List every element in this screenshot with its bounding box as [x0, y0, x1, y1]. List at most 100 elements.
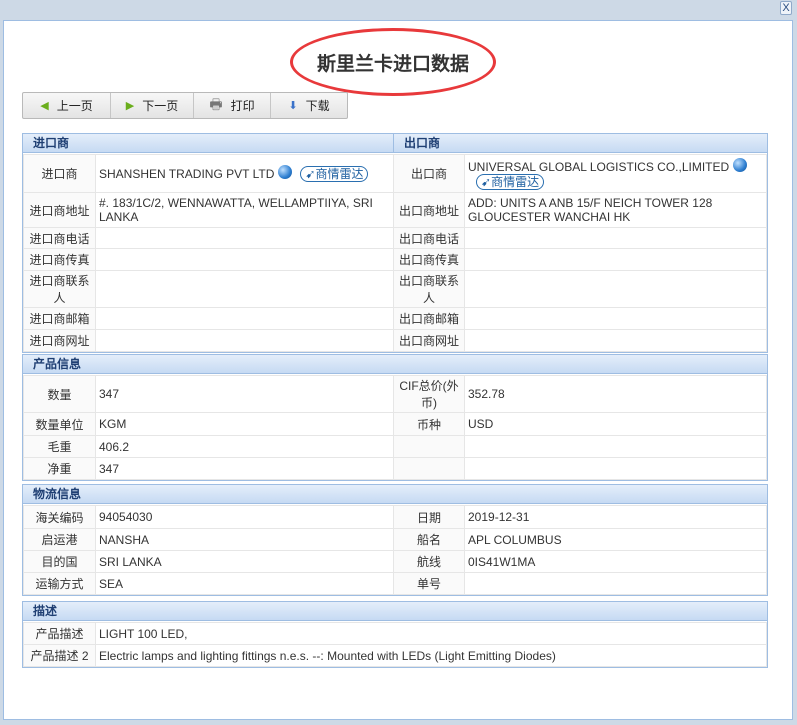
field-value: 0IS41W1MA [464, 550, 767, 573]
field-value: 352.78 [464, 375, 767, 413]
description-label-text: 产品描述 [35, 627, 84, 641]
table-row: 数量单位 KGM 币种 USD [23, 412, 767, 436]
field-value-text: 0IS41W1MA [468, 554, 536, 569]
exporter-field-value [464, 329, 767, 352]
importer-field-label-text: 进口商联系人 [29, 274, 90, 305]
field-value-text: 347 [99, 461, 120, 476]
field-value: 347 [95, 457, 394, 480]
page-title: 斯里兰卡进口数据 [316, 53, 469, 75]
radar-label: 商情雷达 [315, 167, 364, 181]
description-value: LIGHT 100 LED, [95, 622, 767, 645]
exporter-field-label-text: 出口商电话 [398, 231, 459, 246]
field-value: SRI LANKA [95, 550, 394, 573]
importer-field-value-text: #. 183/1C/2, WENNAWATTA, WELLAMPTIIYA, S… [99, 196, 373, 224]
exporter-field-value [464, 270, 767, 308]
radar-icon: ➹ [305, 167, 316, 181]
description-value: Electric lamps and lighting fittings n.e… [95, 644, 767, 667]
product-header: 产品信息 [33, 357, 82, 371]
toolbar: ◀ 上一页 ▶ 下一页 🖶 打印 ⬇ 下载 [22, 92, 348, 119]
parties-section: 进口商 出口商 进口商 SHANSHEN TRADING PVT LTD ➹商情雷达出… [22, 133, 768, 353]
importer-field-label-text: 进口商电话 [29, 231, 90, 246]
download-button[interactable]: ⬇ 下载 [271, 93, 347, 118]
description-table: 产品描述 LIGHT 100 LED, 产品描述 2 Electric lamps a… [23, 622, 767, 667]
globe-icon[interactable] [733, 157, 748, 172]
trade-radar-button[interactable]: ➹商情雷达 [476, 173, 545, 190]
parties-table: 进口商 SHANSHEN TRADING PVT LTD ➹商情雷达 出口商 UNIVE… [23, 154, 767, 352]
importer-field-value [95, 227, 394, 249]
description-value-text: LIGHT 100 LED, [99, 626, 188, 641]
download-label: 下载 [305, 99, 330, 113]
exporter-field-value-text: ADD: UNITS A ANB 15/F NEICH TOWER 128 GL… [468, 196, 713, 224]
exporter-field-label: 出口商邮箱 [393, 307, 465, 330]
field-label-text: 数量单位 [35, 417, 84, 432]
exporter-field-label: 出口商网址 [393, 329, 465, 352]
importer-field-label: 进口商电话 [23, 227, 96, 249]
field-value: 2019-12-31 [464, 505, 767, 529]
field-value-text: SEA [99, 576, 124, 591]
field-value [464, 457, 767, 480]
importer-field-label-text: 进口商邮箱 [29, 312, 90, 326]
importer-field-label-text: 进口商地址 [29, 203, 90, 218]
field-value-text: SRI LANKA [99, 554, 162, 569]
importer-field-value [95, 307, 394, 330]
field-label-text: 毛重 [47, 440, 72, 454]
table-row: 目的国 SRI LANKA 航线 0IS41W1MA [23, 550, 767, 573]
exporter-field-label-text: 出口商地址 [398, 203, 459, 218]
importer-field-label: 进口商 [23, 154, 96, 193]
field-value-text: 347 [99, 387, 120, 401]
importer-field-label-text: 进口商传真 [29, 253, 90, 267]
field-label-text: 数量 [47, 387, 72, 402]
exporter-field-value: ADD: UNITS A ANB 15/F NEICH TOWER 128 GL… [464, 192, 767, 228]
field-value: 406.2 [95, 435, 394, 458]
trade-radar-button[interactable]: ➹商情雷达 [300, 166, 369, 182]
table-row: 进口商电话 出口商电话 [23, 227, 767, 249]
logistics-table: 海关编码 94054030 日期 2019-12-31 启运港 NANSHA 船名 APL C… [23, 505, 767, 595]
table-row: 启运港 NANSHA 船名 APL COLUMBUS [23, 528, 767, 551]
field-value-text: APL COLUMBUS [468, 532, 562, 547]
prev-page-button[interactable]: ◀ 上一页 [23, 93, 111, 118]
field-label: 数量单位 [23, 412, 96, 436]
globe-icon[interactable] [278, 165, 293, 179]
arrow-left-icon: ◀ [40, 100, 49, 112]
field-label-text: 运输方式 [35, 577, 84, 591]
importer-field-label: 进口商传真 [23, 248, 96, 271]
logistics-section: 物流信息 海关编码 94054030 日期 2019-12-31 启运港 NANSHA 船名… [22, 484, 768, 596]
field-label: 启运港 [23, 528, 96, 551]
field-label [393, 435, 465, 458]
table-row: 毛重 406.2 [23, 435, 767, 458]
field-label-text: 启运港 [41, 533, 78, 547]
importer-field-label: 进口商网址 [23, 329, 96, 352]
field-label-text: 日期 [416, 510, 441, 525]
print-button[interactable]: 🖶 打印 [194, 93, 271, 118]
exporter-field-label: 出口商地址 [393, 192, 465, 228]
importer-field-value: #. 183/1C/2, WENNAWATTA, WELLAMPTIIYA, S… [95, 192, 394, 228]
next-page-button[interactable]: ▶ 下一页 [111, 93, 194, 118]
exporter-field-label-text: 出口商 [410, 167, 447, 181]
field-label: 净重 [23, 457, 96, 480]
next-label: 下一页 [142, 99, 179, 113]
field-value: SEA [95, 572, 394, 595]
importer-field-value [95, 270, 394, 308]
importer-field-value-text: SHANSHEN TRADING PVT LTD [99, 167, 275, 181]
importer-header: 进口商 [23, 134, 394, 152]
field-label-text: 航线 [416, 555, 441, 569]
field-label: CIF总价(外币) [393, 375, 465, 413]
field-label: 航线 [393, 550, 465, 573]
arrow-down-icon: ⬇ [288, 100, 298, 112]
table-row: 进口商地址 #. 183/1C/2, WENNAWATTA, WELLAMPTII… [23, 192, 767, 228]
field-value-text: NANSHA [99, 532, 150, 547]
field-value: KGM [95, 412, 394, 436]
exporter-field-value [464, 248, 767, 271]
exporter-field-label-text: 出口商传真 [398, 253, 459, 267]
description-label-text: 产品描述 2 [30, 649, 89, 663]
product-table: 数量 347 CIF总价(外币) 352.78 数量单位 KGM 币种 USD 毛重 406.2 净… [23, 375, 767, 480]
field-value: USD [464, 412, 767, 436]
prev-label: 上一页 [56, 99, 93, 113]
description-section: 描述 产品描述 LIGHT 100 LED, 产品描述 2 Electric lamp… [22, 601, 768, 668]
exporter-field-value [464, 307, 767, 330]
description-label: 产品描述 2 [23, 644, 96, 667]
field-label: 目的国 [23, 550, 96, 573]
close-button[interactable]: X [780, 1, 792, 15]
importer-field-label-text: 进口商 [41, 167, 78, 181]
arrow-right-icon: ▶ [125, 100, 135, 112]
